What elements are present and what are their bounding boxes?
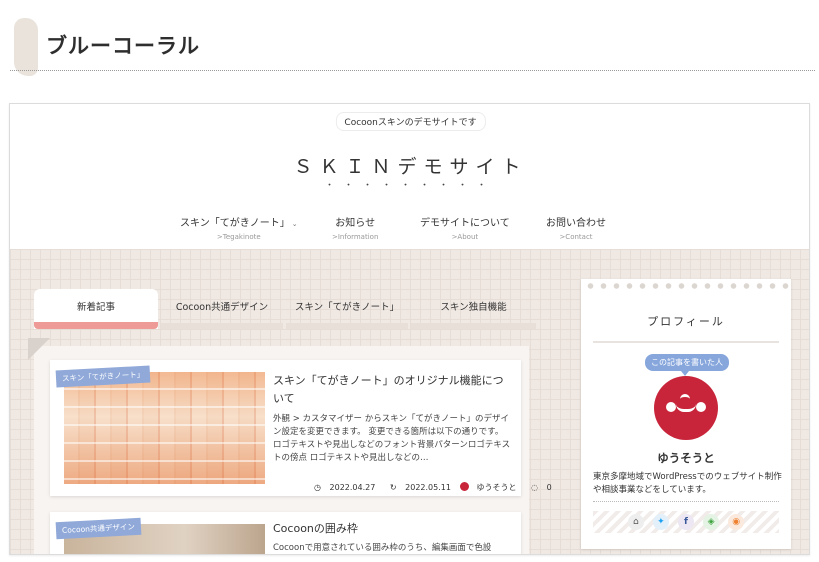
author-avatar[interactable] [654,376,718,440]
widget-divider [593,501,779,502]
nav-label: デモサイトについて [420,218,510,229]
site-title-emphasis-dots: ・・・・・・・・・ [324,181,496,191]
article-meta: ◷ 2022.04.27 ↻ 2022.05.11 ゆうそうと ◌ 0 [302,482,552,493]
page-fold-decoration [28,338,50,360]
feedly-icon[interactable]: ◈ [703,514,720,530]
tab-label: Cocoon共通デザイン [175,302,269,313]
article-title[interactable]: Cocoonの囲み枠 [273,520,513,538]
nav-sublabel: >Information [332,233,379,241]
author-name[interactable]: ゆうそうと [581,450,791,466]
widget-title: プロフィール [647,315,725,328]
comment-count: ◌ 0 [525,483,552,492]
post-date-value: 2022.04.27 [329,483,376,492]
nav-label: お問い合わせ [546,218,606,229]
tab-indicator [286,323,408,329]
nav-item-tegakinote[interactable]: スキン「てがきノート」 ⌄ >Tegakinote [180,214,298,241]
home-icon[interactable]: ⌂ [627,514,644,530]
tab-indicator [34,322,158,329]
index-tabs: 新着記事 Cocoon共通デザイン スキン「てがきノート」 スキン独自機能 [34,289,536,329]
comment-count-value: 0 [546,483,552,492]
site-header: Cocoonスキンのデモサイトです ＳＫＩＮデモサイト ・・・・・・・・・ スキ… [10,104,809,249]
article-card[interactable]: スキン「てがきノート」 スキン「てがきノート」のオリジナル機能について 外観 >… [50,360,552,496]
article-title[interactable]: スキン「てがきノート」のオリジナル機能について [273,372,513,408]
tab-indicator [161,323,283,329]
tab-cocoon-common[interactable]: Cocoon共通デザイン [161,289,283,329]
page-heading: ブルーコーラル [0,0,819,76]
update-icon: ↻ [389,483,397,492]
site-tagline: Cocoonスキンのデモサイトです [335,112,486,131]
chevron-down-icon: ⌄ [291,220,298,228]
tab-tegakinote[interactable]: スキン「てがきノート」 [286,289,408,329]
tab-label: スキン独自機能 [440,302,507,313]
update-date-value: 2022.05.11 [405,483,451,492]
nav-label: スキン「てがきノート」 [180,218,290,229]
heading-divider [10,70,815,71]
article-card[interactable]: Cocoon共通デザイン Cocoonの囲み枠 Cocoonで用意されている囲み… [50,512,521,554]
binder-holes-decoration [581,279,791,293]
facebook-icon[interactable]: f [678,514,694,530]
author-avatar-icon [459,482,469,491]
nav-sublabel: >Contact [559,233,593,241]
author-name-value: ゆうそうと [476,483,517,492]
rss-icon[interactable]: ◉ [728,514,745,530]
nav-sublabel: >Tegakinote [216,233,261,241]
comment-icon: ◌ [531,483,539,492]
social-follow-buttons: ⌂ ✦ f ◈ ◉ [593,511,779,533]
global-navigation: スキン「てがきノート」 ⌄ >Tegakinote お知らせ >Informati… [180,214,640,244]
profile-widget: プロフィール この記事を書いた人 ゆうそうと 東京多摩地域でWordPressで… [581,279,791,549]
twitter-icon[interactable]: ✦ [652,514,669,530]
heading-decoration [14,18,38,76]
nav-item-information[interactable]: お知らせ >Information [332,214,378,241]
nav-label: お知らせ [335,218,376,229]
tab-new-posts[interactable]: 新着記事 [34,289,158,329]
page-title: ブルーコーラル [46,34,200,58]
article-thumbnail[interactable] [64,372,265,484]
nav-item-contact[interactable]: お問い合わせ >Contact [546,214,606,241]
content-area: 新着記事 Cocoon共通デザイン スキン「てがきノート」 スキン独自機能 スキ… [10,249,809,554]
author-badge: この記事を書いた人 [645,354,729,376]
widget-title-divider [593,341,779,343]
author-description: 東京多摩地域でWordPressでのウェブサイト制作や相談事業などをしています。 [593,472,782,495]
article-snippet: Cocoonで用意されている囲み枠のうち、編集画面で色設 [273,543,492,553]
post-author[interactable]: ゆうそうと [459,482,517,492]
skin-preview-screenshot: Cocoonスキンのデモサイトです ＳＫＩＮデモサイト ・・・・・・・・・ スキ… [9,103,810,555]
article-list: スキン「てがきノート」 スキン「てがきノート」のオリジナル機能について 外観 >… [28,338,552,554]
article-snippet: 外観 > カスタマイザー からスキン「てがきノート」のデザイン設定を変更できます… [273,414,511,463]
tab-label: スキン「てがきノート」 [294,302,400,313]
update-date: ↻ 2022.05.11 [384,483,451,492]
clock-icon: ◷ [314,483,321,492]
tab-indicator [411,323,536,329]
post-date: ◷ 2022.04.27 [308,483,375,492]
nav-sublabel: >About [451,233,479,241]
nav-item-about[interactable]: デモサイトについて >About [420,214,510,241]
tab-label: 新着記事 [76,302,115,313]
site-title[interactable]: ＳＫＩＮデモサイト [10,152,809,179]
tab-skin-features[interactable]: スキン独自機能 [411,289,536,329]
